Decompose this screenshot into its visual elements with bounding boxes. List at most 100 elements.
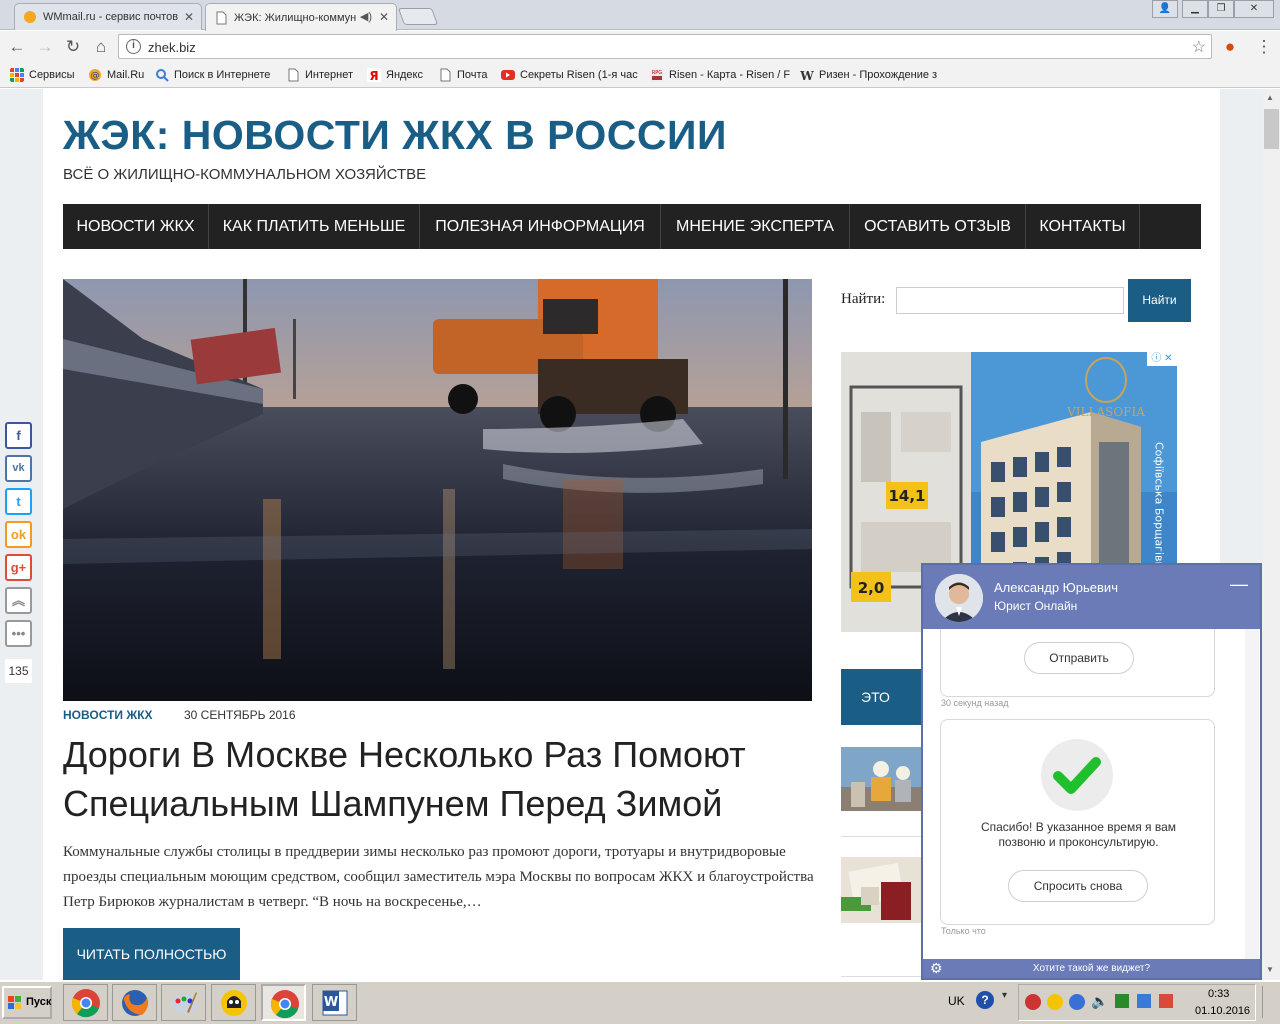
scrollbar-thumb[interactable] (1264, 109, 1279, 149)
extension-icon[interactable]: ● (1219, 36, 1241, 58)
paint-taskbar-button[interactable] (161, 984, 206, 1021)
ad-vertical-text: Софіївська Борщагівка (1153, 442, 1166, 575)
new-tab-button[interactable] (397, 8, 439, 25)
close-tab-icon[interactable]: ✕ (379, 10, 389, 24)
firefox-taskbar-button[interactable] (112, 984, 157, 1021)
chat-scrollbar[interactable] (1245, 629, 1259, 959)
help-icon[interactable]: ? (976, 991, 994, 1009)
close-window-button[interactable]: ✕ (1234, 0, 1274, 18)
chat-header: Александр Юрьевич Юрист Онлайн — (923, 565, 1260, 629)
chat-minimize-button[interactable]: — (1230, 574, 1248, 595)
post-title[interactable]: Дороги В Москве Несколько Раз Помоют Спе… (63, 730, 823, 828)
ad-choices-icon[interactable]: ⓘ ✕ (1147, 352, 1177, 366)
clock-date[interactable]: 01.10.2016 (1195, 1005, 1250, 1017)
scroll-up-icon[interactable]: ︽ (5, 587, 32, 614)
palette-icon (171, 992, 197, 1014)
ghost-app-taskbar-button[interactable] (211, 984, 256, 1021)
vk-share-icon[interactable]: vk (5, 455, 32, 482)
gear-icon[interactable]: ⚙ (930, 960, 943, 977)
bookmark-mailru[interactable]: @ Mail.Ru (88, 68, 144, 82)
network-tray-icon[interactable] (1115, 994, 1129, 1008)
minimize-window-button[interactable]: ▁ (1182, 0, 1208, 18)
tab-wmmail[interactable]: WMmail.ru - сервис почтов ✕ (14, 3, 202, 30)
info-icon[interactable]: i (126, 39, 141, 54)
forward-icon[interactable]: → (34, 36, 56, 58)
nav-item-expert-opinion[interactable]: МНЕНИЕ ЭКСПЕРТА (661, 204, 850, 249)
apps-icon (10, 68, 24, 82)
reload-icon[interactable]: ↻ (62, 36, 84, 58)
nav-item-useful-info[interactable]: ПОЛЕЗНАЯ ИНФОРМАЦИЯ (420, 204, 661, 249)
facebook-share-icon[interactable]: f (5, 422, 32, 449)
tray-expand-icon[interactable]: ▾ (1002, 990, 1007, 1001)
audio-icon[interactable]: ◀︎) (360, 10, 372, 23)
language-indicator[interactable]: UK (948, 994, 965, 1008)
scroll-up-arrow-icon[interactable]: ▲ (1266, 93, 1274, 102)
sync-tray-icon[interactable] (1069, 994, 1085, 1010)
word-icon: W (322, 990, 348, 1016)
sidebar-divider (841, 976, 921, 977)
nav-item-news[interactable]: НОВОСТИ ЖКХ (63, 204, 209, 249)
ghost-tray-icon[interactable] (1047, 994, 1063, 1010)
display-tray-icon[interactable] (1137, 994, 1151, 1008)
tab-zhek[interactable]: ЖЭК: Жилищно-коммун ◀︎) ✕ (205, 3, 397, 31)
word-taskbar-button[interactable]: W (312, 984, 357, 1021)
back-icon[interactable]: ← (6, 36, 28, 58)
show-desktop-button[interactable] (1262, 986, 1276, 1018)
nav-item-feedback[interactable]: ОСТАВИТЬ ОТЗЫВ (850, 204, 1026, 249)
site-title[interactable]: ЖЭК: НОВОСТИ ЖКХ В РОССИИ (63, 112, 727, 159)
address-bar[interactable]: i zhek.biz ☆ (118, 34, 1212, 59)
twitter-share-icon[interactable]: t (5, 488, 32, 515)
widget-promo-link[interactable]: Хотите такой же виджет? (923, 959, 1260, 978)
bookmark-internet[interactable]: Интернет (286, 68, 353, 82)
w-icon: W (800, 69, 814, 82)
ad-label-area-1: 14,1 (888, 487, 925, 505)
search-input[interactable] (896, 287, 1124, 314)
odnoklassniki-share-icon[interactable]: ok (5, 521, 32, 548)
menu-icon[interactable]: ⋮ (1253, 36, 1275, 58)
page-scrollbar[interactable]: ▲ ▼ (1263, 89, 1280, 980)
nav-item-pay-less[interactable]: КАК ПЛАТИТЬ МЕНЬШЕ (209, 204, 420, 249)
scroll-down-arrow-icon[interactable]: ▼ (1266, 965, 1274, 974)
bookmark-search[interactable]: Поиск в Интернете (155, 68, 270, 82)
bookmark-risen-walkthrough[interactable]: W Ризен - Прохождение з (800, 68, 937, 82)
home-icon[interactable]: ⌂ (90, 36, 112, 58)
sidebar-divider (841, 836, 921, 837)
search-button[interactable]: Найти (1128, 279, 1191, 322)
post-excerpt: Коммунальные службы столицы в преддверии… (63, 844, 814, 910)
sidebar-thumbnail-documents[interactable] (841, 857, 921, 923)
tab-label: ЖЭК: Жилищно-коммун (234, 11, 357, 24)
more-share-icon[interactable]: ••• (5, 620, 32, 647)
chrome-taskbar-button[interactable] (63, 984, 108, 1021)
restore-window-button[interactable]: ❐ (1208, 0, 1234, 18)
agent-name: Александр Юрьевич (994, 580, 1118, 595)
bookmark-risen-secrets[interactable]: Секреты Risen (1-я час (501, 68, 638, 82)
google-plus-share-icon[interactable]: g+ (5, 554, 32, 581)
nav-item-contacts[interactable]: КОНТАКТЫ (1026, 204, 1140, 249)
svg-text:Я: Я (369, 69, 378, 82)
post-category-link[interactable]: НОВОСТИ ЖКХ (63, 708, 153, 722)
bookmark-risen-map[interactable]: RPG Risen - Карта - Risen / F (650, 68, 790, 82)
user-icon[interactable]: 👤 (1152, 0, 1178, 18)
bookmark-label: Сервисы (29, 69, 75, 81)
sidebar-thumbnail-workers[interactable] (841, 747, 921, 811)
ask-again-button[interactable]: Спросить снова (1008, 870, 1148, 902)
url-text: zhek.biz (148, 40, 196, 55)
clock-time[interactable]: 0:33 (1208, 988, 1229, 1000)
page-icon (440, 68, 451, 82)
search-icon (156, 69, 169, 82)
bookmark-yandex[interactable]: Я Яндекс (367, 68, 423, 82)
post-featured-image[interactable] (63, 279, 812, 701)
volume-icon[interactable]: 🔈 (1091, 993, 1108, 1010)
bookmark-services[interactable]: Сервисы (10, 68, 75, 82)
promo-banner[interactable]: ЭТО ИНТ (841, 669, 921, 725)
send-button[interactable]: Отправить (1024, 642, 1134, 674)
wmmail-favicon-icon (24, 11, 36, 23)
antivirus-tray-icon[interactable] (1025, 994, 1041, 1010)
start-button[interactable]: Пуск (2, 986, 52, 1019)
read-more-button[interactable]: ЧИТАТЬ ПОЛНОСТЬЮ (63, 928, 240, 980)
close-tab-icon[interactable]: ✕ (184, 10, 194, 24)
update-tray-icon[interactable] (1159, 994, 1173, 1008)
bookmark-star-icon[interactable]: ☆ (1192, 37, 1206, 57)
chrome-active-taskbar-button[interactable] (261, 984, 306, 1021)
bookmark-mail[interactable]: Почта (438, 68, 488, 82)
